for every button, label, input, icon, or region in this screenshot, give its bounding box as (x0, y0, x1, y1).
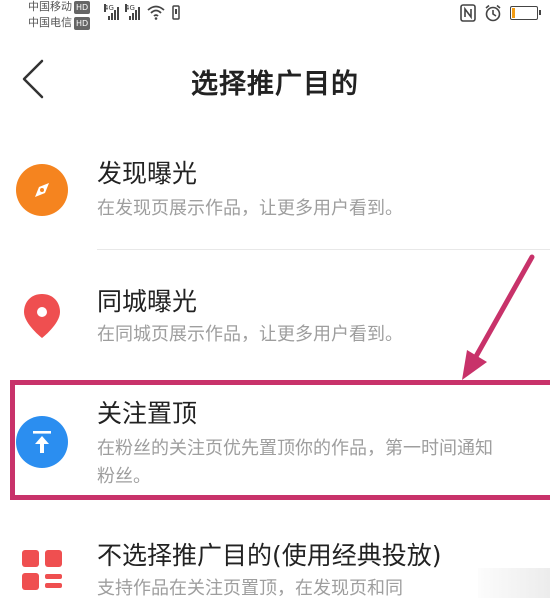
option-desc: 在发现页展示作品，让更多用户看到。 (97, 198, 403, 219)
status-right (460, 4, 541, 22)
sim-icon (172, 5, 180, 20)
alarm-icon (485, 4, 501, 22)
page-title: 选择推广目的 (191, 69, 359, 100)
carrier-telecom: 中国电信 HD (28, 16, 91, 30)
divider (97, 249, 550, 250)
option-discover-exposure[interactable]: 发现曝光 在发现页展示作品，让更多用户看到。 (0, 150, 550, 250)
signal-icons: 4G 4G (104, 4, 180, 20)
location-pin-icon (16, 290, 68, 342)
battery-icon (510, 6, 541, 20)
compass-icon (16, 164, 68, 216)
status-bar: 中国移动 HD 中国电信 HD 4G 4G (0, 0, 550, 36)
highlight-box (10, 380, 550, 500)
option-title: 同城曝光 (97, 287, 198, 316)
option-title: 不选择推广目的(使用经典投放) (97, 541, 442, 570)
carrier-mobile: 中国移动 HD (28, 0, 91, 14)
signal-icon: 4G (104, 4, 119, 20)
nfc-icon (460, 4, 476, 22)
option-title: 发现曝光 (97, 159, 198, 188)
option-desc: 支持作品在关注页置顶，在发现页和同 (97, 578, 403, 599)
grid-icon (16, 544, 68, 596)
option-classic-placement[interactable]: 不选择推广目的(使用经典投放) 支持作品在关注页置顶，在发现页和同 (0, 530, 550, 599)
option-desc: 在同城页展示作品，让更多用户看到。 (97, 324, 403, 345)
header: 选择推广目的 (0, 44, 550, 114)
wifi-icon (147, 5, 165, 20)
blurred-area (478, 568, 550, 598)
option-local-exposure[interactable]: 同城曝光 在同城页展示作品，让更多用户看到。 (0, 278, 550, 378)
signal-icon: 4G (125, 4, 140, 20)
